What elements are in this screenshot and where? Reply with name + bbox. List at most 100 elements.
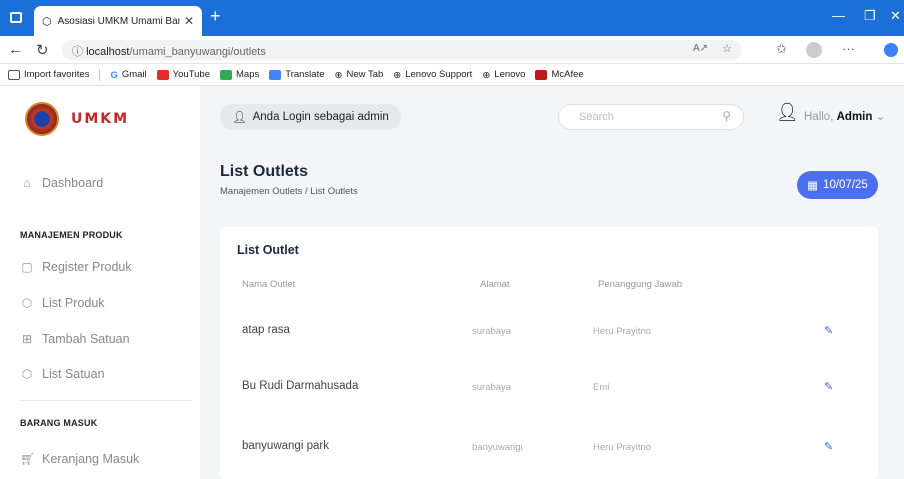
import-icon: [8, 69, 20, 80]
table-cell-pj: Heru Prayitno: [593, 326, 652, 337]
close-window-icon[interactable]: ✕: [890, 8, 901, 24]
user-icon: 👤︎: [232, 112, 247, 124]
site-icon: ⬡: [42, 15, 52, 28]
fav-lenovo-support[interactable]: ⊕ Lenovo Support: [393, 69, 472, 81]
cart-icon: 🛒︎: [20, 452, 36, 466]
login-status-badge: 👤︎ Anda Login sebagai admin: [220, 104, 401, 130]
box-icon: ⬡: [21, 367, 33, 381]
favorites-bar: Import favorites G Gmail YouTube Maps Tra…: [0, 64, 904, 86]
url-input[interactable]: ⓘ localhost/umami_banyuwangi/outlets A↗ …: [62, 40, 742, 60]
tab-title: Asosiasi UMKM Umami Banyuwa: [57, 15, 180, 27]
breadcrumb: Manajemen Outlets / List Outlets: [220, 186, 358, 197]
back-icon[interactable]: ←: [8, 41, 23, 58]
search-input[interactable]: Search ⚲: [558, 104, 744, 130]
column-header-alamat: Alamat: [480, 279, 510, 290]
home-icon: ⌂: [23, 176, 31, 190]
sidebar-item-tambah-satuan[interactable]: ⊞ Tambah Satuan: [20, 332, 130, 346]
box-icon: ⬡: [21, 296, 33, 310]
fav-mcafee[interactable]: McAfee: [535, 69, 584, 80]
sidebar-item-label: List Produk: [42, 296, 105, 310]
date-button[interactable]: ▦ 10/07/25: [797, 171, 878, 199]
calendar-icon: ▦: [807, 180, 819, 192]
sidebar-item-label: List Satuan: [42, 367, 105, 381]
minimize-icon[interactable]: —: [832, 8, 845, 23]
youtube-icon: [156, 69, 169, 80]
google-icon: G: [110, 69, 118, 81]
mcafee-icon: [535, 69, 548, 80]
section-manajemen-produk: MANAJEMEN PRODUK: [20, 230, 123, 240]
favorites-divider: [99, 68, 101, 81]
sidebar-item-keranjang-masuk[interactable]: 🛒︎ Keranjang Masuk: [20, 452, 139, 466]
edit-icon[interactable]: ✎: [824, 440, 833, 453]
address-bar-row: ← ↻ ⓘ localhost/umami_banyuwangi/outlets…: [0, 36, 904, 64]
table-cell-nama: banyuwangi park: [242, 440, 329, 452]
table-cell-alamat: surabaya: [472, 382, 512, 393]
edit-icon[interactable]: ✎: [824, 380, 833, 393]
login-status-text: Anda Login sebagai admin: [252, 111, 389, 123]
browser-tab-bar: ⬡ Asosiasi UMKM Umami Banyuwa ✕ + — ❐ ✕: [0, 0, 904, 36]
logo-text: UMKM: [71, 111, 130, 127]
column-header-penanggung-jawab: Penanggung Jawab: [598, 279, 682, 290]
plus-square-icon: ⊞: [21, 332, 33, 346]
profile-avatar[interactable]: [806, 42, 822, 58]
sidebar-item-label: Tambah Satuan: [42, 332, 130, 346]
search-icon[interactable]: ⚲: [722, 109, 731, 123]
favorite-star-icon[interactable]: ☆: [722, 42, 732, 55]
user-settings-icon[interactable]: 👤︎: [776, 102, 799, 123]
globe-icon: ⊕: [334, 69, 343, 81]
page-title: List Outlets: [220, 163, 309, 180]
copilot-icon[interactable]: [884, 43, 898, 57]
read-aloud-icon[interactable]: A↗: [693, 43, 708, 54]
table-cell-nama: atap rasa: [242, 324, 290, 336]
info-icon: ⓘ: [72, 46, 83, 58]
top-header: 👤︎ Anda Login sebagai admin Search ⚲ 👤︎ …: [200, 86, 904, 146]
sidebar: UMKM ⌂ Dashboard MANAJEMEN PRODUK ▢ Regi…: [0, 86, 200, 479]
url-host: localhost: [86, 46, 130, 58]
globe-icon: ⊕: [393, 69, 402, 81]
clipboard-icon: ▢: [21, 260, 33, 274]
new-tab-button[interactable]: +: [210, 6, 221, 27]
fav-lenovo[interactable]: ⊕ Lenovo: [482, 69, 525, 81]
sidebar-item-list-produk[interactable]: ⬡ List Produk: [20, 296, 105, 310]
user-menu[interactable]: Hallo, Admin ⌄: [804, 109, 885, 123]
fav-youtube[interactable]: YouTube: [156, 69, 210, 80]
translate-icon: [269, 69, 282, 80]
logo-emblem: [25, 102, 59, 136]
table-cell-pj: Heru Prayitno: [593, 442, 652, 453]
sidebar-item-label: Dashboard: [42, 176, 104, 190]
url-path: /umami_banyuwangi/outlets: [129, 46, 266, 58]
sidebar-item-label: Keranjang Masuk: [42, 452, 140, 466]
restore-icon[interactable]: ❐: [864, 8, 876, 24]
column-header-nama-outlet: Nama Outlet: [242, 279, 296, 290]
sidebar-item-register-produk[interactable]: ▢ Register Produk: [20, 260, 132, 274]
fav-gmail[interactable]: G Gmail: [110, 69, 146, 81]
edit-icon[interactable]: ✎: [824, 324, 833, 337]
table-cell-nama: Bu Rudi Darmahusada: [242, 380, 359, 392]
chevron-down-icon: ⌄: [875, 111, 886, 123]
logo[interactable]: UMKM: [25, 102, 129, 136]
date-text: 10/07/25: [823, 179, 868, 191]
fav-import[interactable]: Import favorites: [8, 69, 89, 80]
sidebar-item-list-satuan[interactable]: ⬡ List Satuan: [20, 367, 105, 381]
sidebar-divider: [20, 400, 192, 401]
user-name: Admin: [836, 111, 873, 123]
close-tab-icon[interactable]: ✕: [184, 14, 194, 28]
fav-maps[interactable]: Maps: [220, 69, 259, 80]
search-placeholder: Search: [579, 111, 614, 123]
browser-tab[interactable]: ⬡ Asosiasi UMKM Umami Banyuwa ✕: [34, 6, 202, 36]
more-options-icon[interactable]: ···: [842, 41, 855, 56]
fav-translate[interactable]: Translate: [269, 69, 325, 80]
fav-newtab[interactable]: ⊕ New Tab: [334, 69, 384, 81]
table-cell-alamat: banyuwangi: [472, 442, 523, 453]
maps-icon: [220, 69, 233, 80]
greeting-text: Hallo,: [804, 111, 834, 123]
card-title: List Outlet: [237, 243, 299, 257]
sidebar-item-dashboard[interactable]: ⌂ Dashboard: [20, 176, 103, 190]
favorites-icon[interactable]: ✩: [776, 41, 787, 57]
tab-actions-icon[interactable]: [10, 12, 22, 23]
sidebar-item-label: Register Produk: [42, 260, 132, 274]
table-cell-pj: Emi: [593, 382, 610, 393]
table-cell-alamat: surabaya: [472, 326, 512, 337]
section-barang-masuk: BARANG MASUK: [20, 418, 98, 428]
refresh-icon[interactable]: ↻: [36, 41, 49, 59]
